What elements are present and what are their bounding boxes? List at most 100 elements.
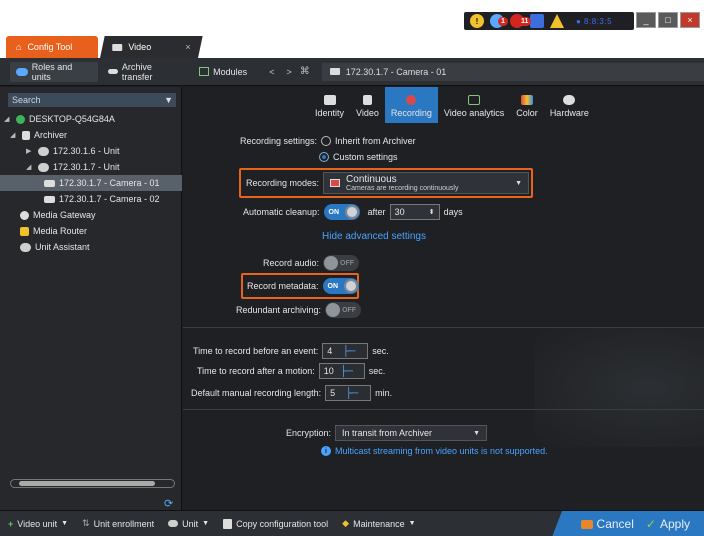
minutes-unit: min. bbox=[375, 388, 393, 398]
manual-length-input[interactable]: 5 ├─ bbox=[325, 385, 372, 401]
slider-icon[interactable]: ├─ bbox=[340, 366, 353, 377]
recording-mode-text: Continuous Cameras are recording continu… bbox=[346, 174, 458, 192]
filter-icon[interactable]: ▼ bbox=[164, 95, 173, 105]
bottom-bar: + Video unit ▼ ⇅ Unit enrollment Unit ▼ … bbox=[0, 510, 704, 536]
tree-node-unit[interactable]: ▶ 172.30.1.6 - Unit bbox=[0, 143, 182, 159]
inherit-radio[interactable] bbox=[321, 136, 332, 146]
tab-video[interactable]: Video × bbox=[100, 36, 203, 58]
cancel-button[interactable]: Cancel bbox=[580, 517, 634, 531]
before-event-input[interactable]: 4 ├─ bbox=[322, 343, 369, 359]
close-window-button[interactable]: × bbox=[680, 12, 700, 28]
cancel-icon bbox=[580, 519, 593, 529]
modules-button[interactable]: Modules bbox=[193, 62, 253, 82]
days-label: days bbox=[443, 207, 463, 217]
inherit-label[interactable]: Inherit from Archiver bbox=[335, 136, 416, 146]
tree-node-server[interactable]: ◢ DESKTOP-Q54G84A bbox=[0, 111, 182, 127]
entity-tree: ◢ DESKTOP-Q54G84A ◢ Archiver ▶ 172.30.1.… bbox=[0, 111, 182, 255]
custom-settings-label[interactable]: Custom settings bbox=[333, 152, 398, 162]
recording-icon bbox=[406, 95, 417, 105]
identity-icon bbox=[323, 95, 336, 105]
tab-identity[interactable]: Identity bbox=[309, 87, 350, 123]
collapse-arrow-icon[interactable]: ◢ bbox=[4, 115, 12, 123]
tree-node-archiver[interactable]: ◢ Archiver bbox=[0, 127, 182, 143]
hide-advanced-settings-link[interactable]: Hide advanced settings bbox=[322, 231, 426, 242]
minimize-button[interactable]: _ bbox=[636, 12, 656, 28]
button-label: Unit bbox=[182, 518, 199, 529]
config-tabs: Identity Video Recording Video analytics… bbox=[309, 87, 595, 123]
record-metadata-toggle[interactable]: ON bbox=[322, 278, 359, 294]
tree-node-unit-assistant[interactable]: Unit Assistant bbox=[0, 239, 182, 255]
tab-config-tool[interactable]: ⌂ Config Tool bbox=[6, 36, 98, 58]
warning-icon[interactable]: ! bbox=[470, 14, 484, 28]
address-text: 172.30.1.7 - Camera - 01 bbox=[345, 66, 447, 77]
record-audio-toggle[interactable]: OFF bbox=[323, 255, 360, 271]
user-icon[interactable]: 1 bbox=[490, 14, 508, 28]
apply-button[interactable]: ✓ Apply bbox=[646, 517, 690, 531]
cleanup-days-input[interactable]: 30 ⬍ bbox=[389, 204, 440, 220]
tree-node-label: Unit Assistant bbox=[35, 242, 90, 252]
tab-recording[interactable]: Recording bbox=[384, 87, 438, 123]
address-bar[interactable]: 172.30.1.7 - Camera - 01 bbox=[321, 62, 704, 81]
manual-length-value: 5 bbox=[330, 388, 336, 398]
slider-icon[interactable]: ├─ bbox=[345, 388, 358, 399]
custom-settings-radio[interactable] bbox=[319, 152, 329, 162]
network-icon[interactable]: ⌘ bbox=[300, 66, 310, 77]
button-label: Archive transfer bbox=[121, 61, 153, 82]
speaker-icon[interactable] bbox=[530, 14, 544, 28]
tree-node-camera-selected[interactable]: 172.30.1.7 - Camera - 01 bbox=[0, 175, 182, 191]
configuration-pane: Identity Video Recording Video analytics… bbox=[183, 87, 704, 510]
button-label: Roles and units bbox=[31, 61, 73, 82]
seconds-unit: sec. bbox=[368, 366, 386, 376]
tab-label: Hardware bbox=[549, 108, 589, 118]
search-input[interactable]: Search ▼ bbox=[8, 93, 176, 107]
redundant-archiving-toggle[interactable]: OFF bbox=[325, 302, 362, 318]
media-router-icon bbox=[20, 226, 29, 236]
maximize-button[interactable]: □ bbox=[658, 12, 678, 28]
tree-node-label: 172.30.1.7 - Unit bbox=[53, 162, 120, 172]
maintenance-button[interactable]: ◆ Maintenance ▼ bbox=[342, 518, 415, 529]
scrollbar-thumb[interactable] bbox=[19, 481, 155, 486]
after-motion-row: Time to record after a motion: 10 ├─ sec… bbox=[197, 363, 385, 379]
enrollment-icon: ⇅ bbox=[82, 518, 90, 528]
forward-button[interactable]: > bbox=[282, 67, 295, 77]
horizontal-scrollbar[interactable] bbox=[10, 479, 175, 488]
tab-color[interactable]: Color bbox=[510, 87, 544, 123]
after-motion-input[interactable]: 10 ├─ bbox=[318, 363, 365, 379]
tree-node-camera[interactable]: 172.30.1.7 - Camera - 02 bbox=[0, 191, 182, 207]
tab-video-config[interactable]: Video bbox=[350, 87, 385, 123]
spinner-icon[interactable]: ⬍ bbox=[429, 208, 435, 216]
unit-button[interactable]: Unit ▼ bbox=[168, 519, 209, 529]
continuous-icon bbox=[330, 179, 341, 187]
slider-icon[interactable]: ├─ bbox=[342, 346, 355, 357]
tree-node-media-gateway[interactable]: Media Gateway bbox=[0, 207, 182, 223]
tab-hardware[interactable]: Hardware bbox=[544, 87, 595, 123]
automatic-cleanup-toggle[interactable]: ON bbox=[323, 204, 360, 220]
encryption-value: In transit from Archiver bbox=[342, 428, 433, 438]
tab-video-analytics[interactable]: Video analytics bbox=[438, 87, 510, 123]
video-unit-button[interactable]: + Video unit ▼ bbox=[8, 519, 68, 529]
before-event-row: Time to record before an event: 4 ├─ sec… bbox=[193, 343, 389, 359]
alarm-icon[interactable]: 11 bbox=[510, 14, 532, 28]
tray-badge-count: 11 bbox=[518, 17, 532, 26]
refresh-icon[interactable]: ⟳ bbox=[164, 497, 173, 510]
close-tab-button[interactable]: × bbox=[185, 42, 190, 52]
video-icon bbox=[112, 43, 123, 51]
back-button[interactable]: < bbox=[265, 67, 278, 77]
home-icon: ⌂ bbox=[16, 42, 22, 52]
unit-enrollment-button[interactable]: ⇅ Unit enrollment bbox=[82, 518, 154, 529]
tree-node-unit[interactable]: ◢ 172.30.1.7 - Unit bbox=[0, 159, 182, 175]
alert-triangle-icon[interactable] bbox=[550, 14, 564, 28]
collapse-arrow-icon[interactable]: ◢ bbox=[26, 163, 34, 171]
video-analytics-icon bbox=[468, 95, 481, 105]
copy-configuration-tool-button[interactable]: Copy configuration tool bbox=[223, 518, 328, 529]
roles-and-units-button[interactable]: Roles and units bbox=[10, 61, 99, 82]
collapse-arrow-icon[interactable]: ◢ bbox=[10, 131, 18, 139]
multicast-note: Multicast streaming from video units is … bbox=[335, 446, 548, 456]
button-label: Video unit bbox=[17, 518, 58, 529]
archive-transfer-button[interactable]: Archive transfer bbox=[102, 62, 189, 82]
tree-node-media-router[interactable]: Media Router bbox=[0, 223, 182, 239]
encryption-dropdown[interactable]: In transit from Archiver ▼ bbox=[335, 425, 488, 441]
recording-modes-dropdown[interactable]: Continuous Cameras are recording continu… bbox=[323, 172, 530, 194]
expand-arrow-icon[interactable]: ▶ bbox=[26, 147, 34, 155]
unit-assistant-icon bbox=[20, 242, 31, 252]
